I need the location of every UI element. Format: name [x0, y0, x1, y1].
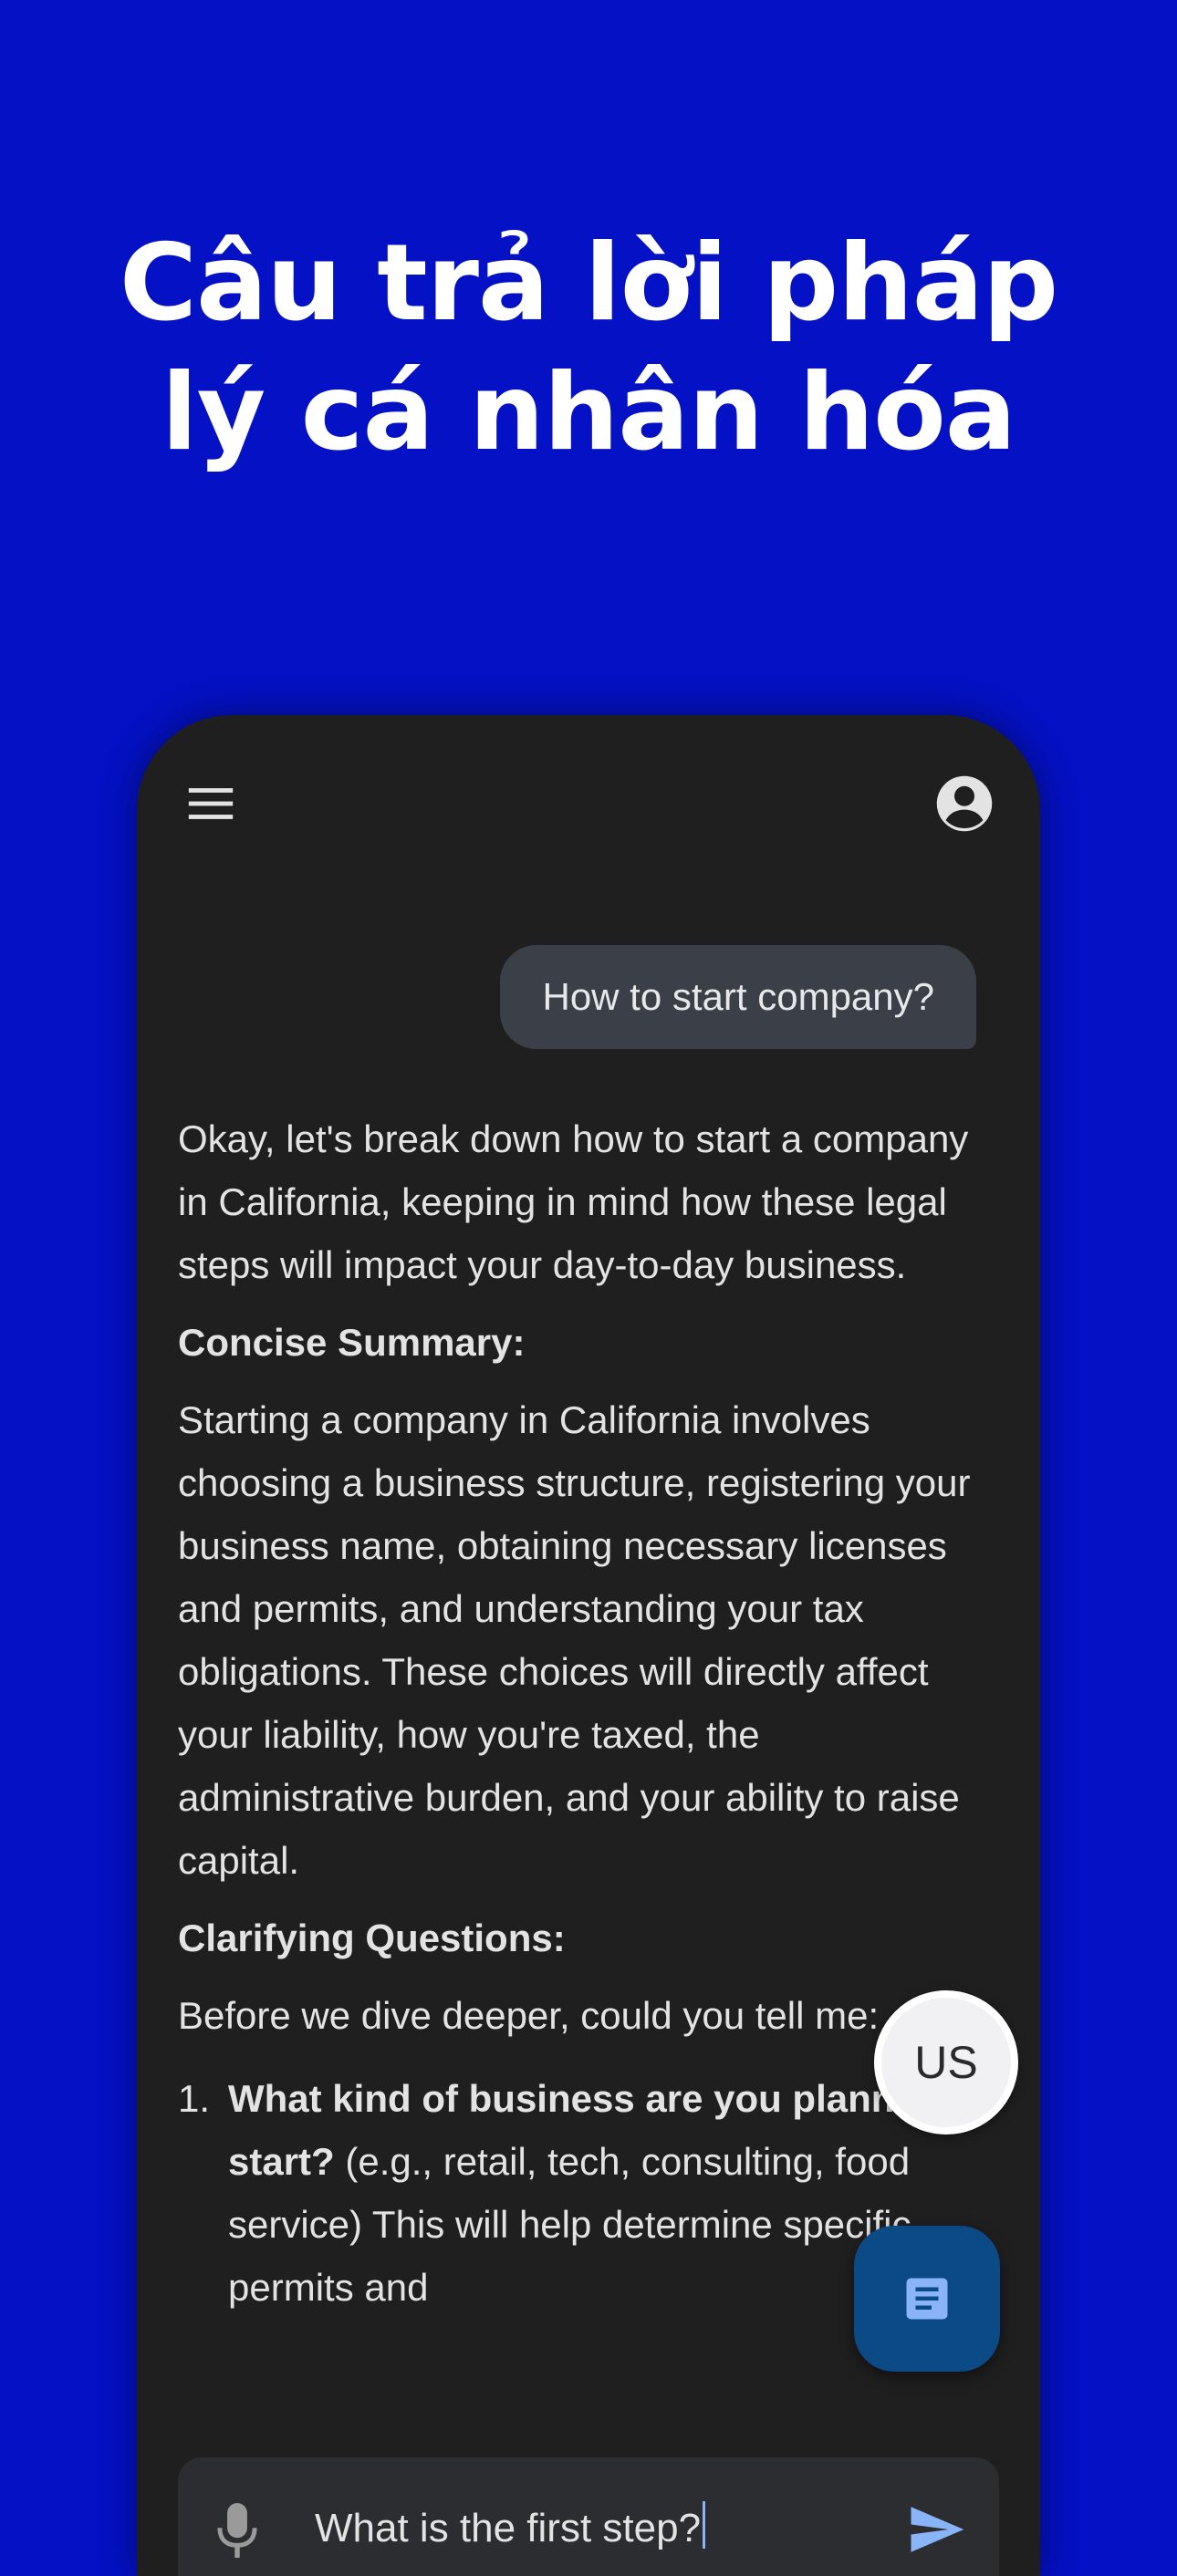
user-message-bubble: How to start company?: [500, 945, 976, 1049]
message-input-value: What is the first step?: [315, 2506, 702, 2550]
text-caret: [703, 2501, 706, 2549]
list-item-number: 1.: [178, 2077, 211, 2120]
questions-intro: Before we dive deeper, could you tell me…: [178, 1994, 880, 2037]
promo-headline-line-2: lý cá nhân hóa: [161, 351, 1016, 474]
assistant-answer: Okay, let's break down how to start a co…: [178, 1107, 999, 2319]
send-icon[interactable]: [906, 2499, 966, 2560]
summary-heading: Concise Summary:: [178, 1321, 526, 1364]
document-icon: [906, 2278, 948, 2320]
account-circle-icon[interactable]: [934, 774, 995, 834]
mic-icon[interactable]: [216, 2503, 258, 2558]
message-input-bar: What is the first step?: [178, 2457, 999, 2576]
summary-text: Starting a company in California involve…: [178, 1398, 971, 1882]
country-selector-button[interactable]: US: [874, 1990, 1018, 2135]
phone-screen: How to start company? Okay, let's break …: [137, 715, 1040, 2576]
message-input[interactable]: What is the first step?: [315, 2501, 706, 2556]
questions-heading: Clarifying Questions:: [178, 1916, 566, 1959]
menu-icon[interactable]: [184, 777, 237, 830]
answer-intro: Okay, let's break down how to start a co…: [178, 1117, 969, 1286]
document-button[interactable]: [854, 2226, 1000, 2372]
promo-headline-line-1: Câu trả lời pháp: [119, 222, 1058, 345]
promo-headline: Câu trả lời pháp lý cá nhân hóa: [0, 219, 1177, 478]
